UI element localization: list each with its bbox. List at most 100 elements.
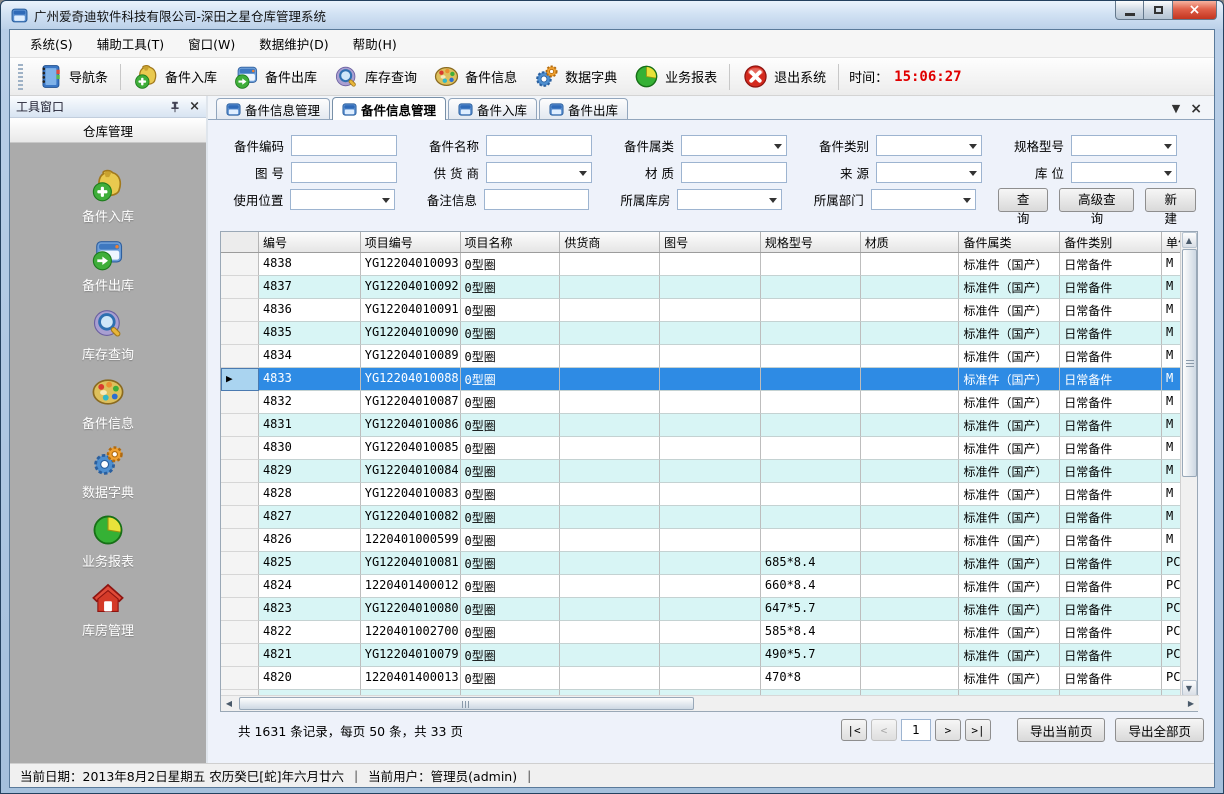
table-row[interactable]: 4837YG122040100920型圈标准件（国产）日常备件M — [221, 276, 1182, 299]
form-text-input-备件名称[interactable] — [486, 135, 592, 156]
close-button[interactable]: × — [1172, 1, 1217, 20]
grid-body: 4838YG122040100930型圈标准件（国产）日常备件M4837YG12… — [221, 253, 1182, 696]
export-all-pages-button[interactable]: 导出全部页 — [1115, 718, 1204, 742]
cell-规格型号: 585*8.4 — [761, 621, 861, 644]
tab-1-active[interactable]: 备件信息管理 — [332, 97, 446, 120]
form-select-来 源[interactable] — [876, 162, 982, 183]
menu-item[interactable]: 窗口(W) — [176, 30, 247, 57]
table-row[interactable]: 4836YG122040100910型圈标准件（国产）日常备件M — [221, 299, 1182, 322]
table-row[interactable]: 4823YG122040100800型圈647*5.7标准件（国产）日常备件PC — [221, 598, 1182, 621]
form-select-使用位置[interactable] — [290, 189, 395, 210]
menu-item[interactable]: 帮助(H) — [341, 30, 409, 57]
last-page-button[interactable]: >| — [965, 719, 991, 741]
form-select-备件属类[interactable] — [681, 135, 787, 156]
table-row[interactable]: 4834YG122040100890型圈标准件（国产）日常备件M — [221, 345, 1182, 368]
scroll-left-icon[interactable]: ◀ — [221, 697, 237, 711]
table-row[interactable]: 4825YG122040100810型圈685*8.4标准件（国产）日常备件PC — [221, 552, 1182, 575]
sidebar-item-report[interactable]: 业务报表 — [48, 512, 168, 581]
table-row[interactable]: 4821YG122040100790型圈490*5.7标准件（国产）日常备件PC — [221, 644, 1182, 667]
vertical-scrollbar[interactable]: ▲ ▼ — [1180, 232, 1197, 696]
table-row[interactable]: 4831YG122040100860型圈标准件（国产）日常备件M — [221, 414, 1182, 437]
form-select-所属库房[interactable] — [677, 189, 782, 210]
toolbar-report-button[interactable]: 业务报表 — [625, 60, 725, 93]
query-button[interactable]: 查询 — [998, 188, 1049, 212]
toolbar-exit-button[interactable]: 退出系统 — [734, 60, 834, 93]
form-text-input-备件编码[interactable] — [291, 135, 397, 156]
scroll-right-icon[interactable]: ▶ — [1183, 697, 1199, 711]
table-row[interactable]: 4828YG122040100830型圈标准件（国产）日常备件M — [221, 483, 1182, 506]
form-text-input-材 质[interactable] — [681, 162, 787, 183]
table-row[interactable]: 482612204010005990型圈标准件（国产）日常备件M — [221, 529, 1182, 552]
tool-window-close-icon[interactable]: × — [189, 101, 200, 113]
column-header-材质[interactable]: 材质 — [861, 232, 960, 252]
table-row[interactable]: 4827YG122040100820型圈标准件（国产）日常备件M — [221, 506, 1182, 529]
form-select-备件类别[interactable] — [876, 135, 982, 156]
column-header-单位[interactable]: 单位 — [1162, 232, 1182, 252]
table-row[interactable]: 4830YG122040100850型圈标准件（国产）日常备件M — [221, 437, 1182, 460]
toolbar-stock-out-button[interactable]: 备件出库 — [225, 60, 325, 93]
column-header-图号[interactable]: 图号 — [660, 232, 761, 252]
column-header-规格型号[interactable]: 规格型号 — [761, 232, 861, 252]
toolbar-stock-in-button[interactable]: 备件入库 — [125, 60, 225, 93]
menu-item[interactable]: 系统(S) — [18, 30, 85, 57]
table-row-selected[interactable]: ▶4833YG122040100880型圈标准件（国产）日常备件M — [221, 368, 1182, 391]
table-row[interactable]: 4832YG122040100870型圈标准件（国产）日常备件M — [221, 391, 1182, 414]
sidebar-item-warehouse[interactable]: 库房管理 — [48, 581, 168, 650]
table-row[interactable]: 482412204014000120型圈660*8.4标准件（国产）日常备件PC — [221, 575, 1182, 598]
sidebar-item-parts-info[interactable]: 备件信息 — [48, 374, 168, 443]
form-select-库 位[interactable] — [1071, 162, 1177, 183]
menu-item[interactable]: 数据维护(D) — [247, 30, 340, 57]
table-row[interactable]: 4838YG122040100930型圈标准件（国产）日常备件M — [221, 253, 1182, 276]
form-text-input-图 号[interactable] — [291, 162, 397, 183]
pin-icon[interactable] — [169, 101, 181, 113]
column-header-项目名称[interactable]: 项目名称 — [461, 232, 561, 252]
table-row[interactable]: 4835YG122040100900型圈标准件（国产）日常备件M — [221, 322, 1182, 345]
table-row[interactable]: 482212204010027000型圈585*8.4标准件（国产）日常备件PC — [221, 621, 1182, 644]
horizontal-scrollbar[interactable]: ◀ ▶ — [221, 695, 1199, 711]
vertical-scroll-thumb[interactable] — [1182, 249, 1197, 477]
page-number-input[interactable]: 1 — [901, 719, 931, 741]
form-text-input-备注信息[interactable] — [484, 189, 589, 210]
scroll-down-icon[interactable]: ▼ — [1182, 680, 1197, 696]
next-page-button[interactable]: > — [935, 719, 961, 741]
form-select-规格型号[interactable] — [1071, 135, 1177, 156]
toolbar-data-dict-button[interactable]: 数据字典 — [525, 60, 625, 93]
column-header-供货商[interactable]: 供货商 — [560, 232, 660, 252]
cell-项目名称: 0型圈 — [461, 253, 561, 276]
warehouse-icon — [90, 581, 126, 617]
scroll-up-icon[interactable]: ▲ — [1182, 232, 1197, 248]
tab-window-icon — [549, 102, 564, 117]
cell-单位: M — [1162, 414, 1182, 437]
table-row[interactable]: 4829YG122040100840型圈标准件（国产）日常备件M — [221, 460, 1182, 483]
new-button[interactable]: 新建 — [1145, 188, 1196, 212]
first-page-button[interactable]: |< — [841, 719, 867, 741]
sidebar-item-data-dict[interactable]: 数据字典 — [48, 443, 168, 512]
toolbar-navigator-button[interactable]: 导航条 — [29, 60, 116, 93]
tab-list-dropdown-icon[interactable]: ▼ — [1172, 102, 1180, 115]
table-row[interactable]: 482012204014000130型圈470*8标准件（国产）日常备件PC — [221, 667, 1182, 690]
sidebar-item-inventory-query[interactable]: 库存查询 — [48, 305, 168, 374]
toolbar-grip[interactable] — [18, 64, 23, 90]
horizontal-scroll-thumb[interactable] — [239, 697, 694, 710]
sidebar-item-stock-in[interactable]: 备件入库 — [48, 167, 168, 236]
column-header-备件属类[interactable]: 备件属类 — [959, 232, 1060, 252]
tab-close-icon[interactable]: × — [1190, 104, 1202, 114]
maximize-button[interactable] — [1144, 1, 1172, 20]
export-current-page-button[interactable]: 导出当前页 — [1017, 718, 1106, 742]
column-header-编号[interactable]: 编号 — [259, 232, 361, 252]
advanced-query-button[interactable]: 高级查询 — [1059, 188, 1134, 212]
toolbar-parts-info-button[interactable]: 备件信息 — [425, 60, 525, 93]
menu-item[interactable]: 辅助工具(T) — [85, 30, 176, 57]
form-select-供 货 商[interactable] — [486, 162, 592, 183]
sidebar-item-stock-out[interactable]: 备件出库 — [48, 236, 168, 305]
form-select-所属部门[interactable] — [871, 189, 976, 210]
tab-label: 备件入库 — [477, 100, 527, 119]
toolbar-inventory-query-button[interactable]: 库存查询 — [325, 60, 425, 93]
tab-3[interactable]: 备件出库 — [539, 98, 628, 119]
column-header-备件类别[interactable]: 备件类别 — [1060, 232, 1162, 252]
sidebar-group-header[interactable]: 仓库管理 — [10, 118, 206, 143]
column-header-项目编号[interactable]: 项目编号 — [361, 232, 461, 252]
tab-0[interactable]: 备件信息管理 — [216, 98, 330, 119]
minimize-button[interactable] — [1115, 1, 1144, 20]
tab-2[interactable]: 备件入库 — [448, 98, 537, 119]
